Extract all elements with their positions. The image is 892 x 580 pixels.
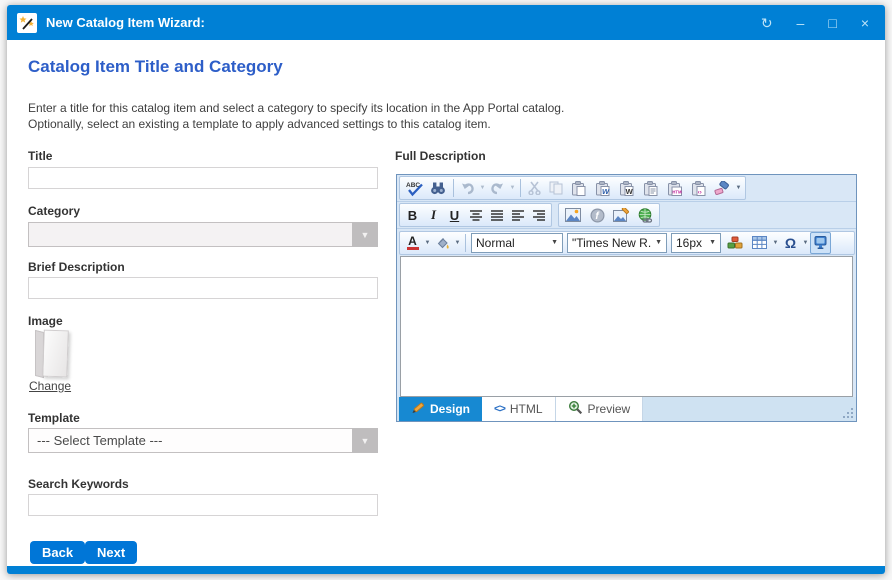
find-icon[interactable] xyxy=(426,177,450,199)
align-left-icon[interactable] xyxy=(507,204,528,226)
paste-from-word-strip-font-icon[interactable]: W xyxy=(614,177,638,199)
title-label: Title xyxy=(28,149,52,163)
svg-text:W: W xyxy=(625,187,633,196)
tab-design[interactable]: Design xyxy=(399,397,482,421)
category-value xyxy=(28,222,352,247)
image-editor-icon[interactable] xyxy=(609,204,633,226)
highlight-dropdown-caret-icon[interactable] xyxy=(453,240,462,246)
cut-icon xyxy=(524,177,545,199)
paste-html-text: HTML xyxy=(672,189,682,194)
font-color-dropdown-caret-icon[interactable] xyxy=(423,240,432,246)
maximize-icon[interactable]: □ xyxy=(828,16,836,30)
underline-icon[interactable]: U xyxy=(444,204,465,226)
image-label: Image xyxy=(28,314,63,328)
page-description: Enter a title for this catalog item and … xyxy=(28,100,564,132)
search-keywords-input[interactable] xyxy=(28,494,378,516)
table-dropdown-caret-icon[interactable] xyxy=(771,240,780,246)
tab-preview[interactable]: Preview xyxy=(556,397,644,421)
design-pencil-icon xyxy=(411,401,425,417)
spell-check-icon[interactable]: ABC xyxy=(402,177,426,199)
paste-icon[interactable] xyxy=(566,177,590,199)
window-title: New Catalog Item Wizard: xyxy=(46,15,205,30)
editor-mode-tabbar: Design <> HTML Preview xyxy=(397,397,856,421)
tab-preview-label: Preview xyxy=(588,402,631,416)
next-button[interactable]: Next xyxy=(85,541,137,564)
template-dropdown[interactable]: --- Select Template --- xyxy=(28,428,378,453)
template-label: Template xyxy=(28,411,80,425)
font-color-icon[interactable]: A xyxy=(402,232,423,254)
align-center-icon[interactable] xyxy=(465,204,486,226)
description-line2: Optionally, select an existing a templat… xyxy=(28,116,564,132)
undo-icon xyxy=(457,177,478,199)
redo-icon xyxy=(487,177,508,199)
category-dropdown[interactable] xyxy=(28,222,378,247)
editor-toolbar-row2: B I U xyxy=(397,202,856,229)
insert-table-icon[interactable] xyxy=(747,232,771,254)
page-title: Catalog Item Title and Category xyxy=(28,57,283,77)
description-edit-area[interactable] xyxy=(400,256,853,397)
bold-icon[interactable]: B xyxy=(402,204,423,226)
font-name-select[interactable]: "Times New R... xyxy=(567,233,667,253)
justify-icon[interactable] xyxy=(486,204,507,226)
flash-manager-icon[interactable]: f xyxy=(585,204,609,226)
minimize-icon[interactable]: – xyxy=(797,16,805,30)
editor-toolbar-row1: ABC xyxy=(397,175,856,202)
template-value: --- Select Template --- xyxy=(28,428,352,453)
preview-magnifier-icon xyxy=(568,400,583,418)
omega-dropdown-caret-icon[interactable] xyxy=(801,240,810,246)
catalog-item-image xyxy=(30,327,78,381)
refresh-icon[interactable]: ↻ xyxy=(761,16,773,30)
tab-design-label: Design xyxy=(430,402,470,416)
tab-html[interactable]: <> HTML xyxy=(482,397,556,421)
close-icon[interactable]: × xyxy=(861,16,869,30)
paste-from-word-icon[interactable]: W xyxy=(590,177,614,199)
insert-image-icon[interactable] xyxy=(561,204,585,226)
search-keywords-label: Search Keywords xyxy=(28,477,129,491)
paste-special-icon[interactable]: ‹› xyxy=(686,177,710,199)
wizard-dialog: New Catalog Item Wizard: ↻ – □ × Catalog… xyxy=(7,5,885,574)
css-class-blocks-icon[interactable] xyxy=(723,232,747,254)
editor-toolbar-row3: A Normal "Times New R... 16px xyxy=(397,229,856,256)
brief-description-input[interactable] xyxy=(28,277,378,299)
special-character-icon[interactable]: Ω xyxy=(780,232,801,254)
category-label: Category xyxy=(28,204,80,218)
format-stripper-icon[interactable] xyxy=(710,177,734,199)
title-bar: New Catalog Item Wizard: ↻ – □ × xyxy=(7,5,885,40)
paste-word-w-text: W xyxy=(602,187,610,196)
brief-description-label: Brief Description xyxy=(28,260,125,274)
redo-dropdown-caret-icon xyxy=(508,185,517,191)
svg-text:‹›: ‹› xyxy=(697,189,701,195)
copy-icon xyxy=(545,177,566,199)
paste-plain-text-icon[interactable] xyxy=(638,177,662,199)
tab-html-label: HTML xyxy=(510,402,543,416)
paste-as-html-icon[interactable]: HTML xyxy=(662,177,686,199)
change-image-link[interactable]: Change xyxy=(29,379,71,393)
media-manager-icon[interactable] xyxy=(810,232,831,254)
full-description-label: Full Description xyxy=(395,149,486,163)
template-dropdown-arrow-icon[interactable] xyxy=(352,428,378,453)
html-code-icon: <> xyxy=(494,403,505,415)
font-size-select[interactable]: 16px xyxy=(671,233,721,253)
align-right-icon[interactable] xyxy=(528,204,549,226)
undo-dropdown-caret-icon xyxy=(478,185,487,191)
rich-text-editor: ABC xyxy=(396,174,857,422)
window-bottom-border xyxy=(7,566,885,574)
back-button[interactable]: Back xyxy=(30,541,85,564)
resize-grip[interactable] xyxy=(843,408,853,418)
wizard-app-icon xyxy=(17,13,37,33)
italic-icon[interactable]: I xyxy=(423,204,444,226)
highlight-color-icon[interactable] xyxy=(432,232,453,254)
paragraph-style-select[interactable]: Normal xyxy=(471,233,563,253)
description-line1: Enter a title for this catalog item and … xyxy=(28,100,564,116)
format-stripper-dropdown-caret-icon[interactable] xyxy=(734,185,743,191)
title-input[interactable] xyxy=(28,167,378,189)
hyperlink-manager-icon[interactable] xyxy=(633,204,657,226)
category-dropdown-arrow-icon[interactable] xyxy=(352,222,378,247)
